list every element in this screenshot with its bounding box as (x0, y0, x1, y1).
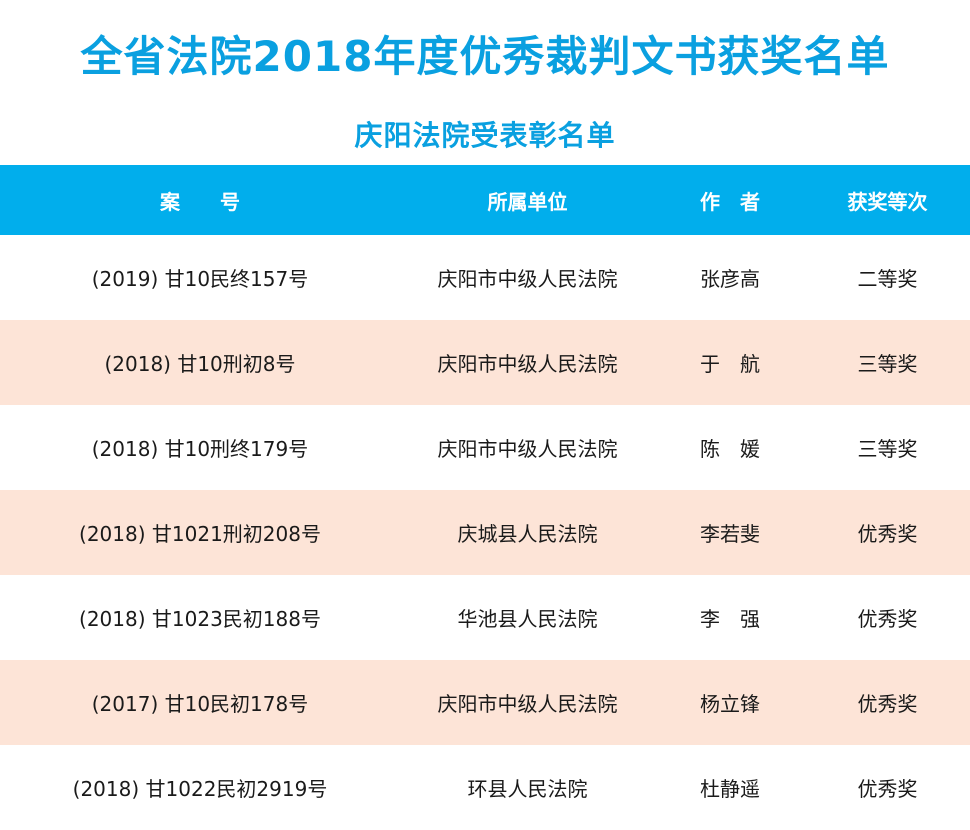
table-row: (2018) 甘1023民初188号 华池县人民法院 李 强 优秀奖 (0, 575, 970, 660)
author-cell: 李 强 (700, 607, 760, 631)
author-cell: 张彦高 (700, 267, 760, 291)
page-subtitle: 庆阳法院受表彰名单 (354, 119, 616, 152)
table-header-row: 案 号 所属单位 作 者 获奖等次 (0, 165, 970, 235)
case-number-cell: (2018) 甘1021刑初208号 (79, 522, 321, 546)
award-cell: 三等奖 (857, 352, 918, 376)
header-case-number: 案 号 (160, 189, 240, 214)
award-table: 案 号 所属单位 作 者 获奖等次 (2019) 甘10民终157号 庆阳市中级… (0, 165, 970, 830)
table-row: (2018) 甘10刑初8号 庆阳市中级人民法院 于 航 三等奖 (0, 320, 970, 405)
table-row: (2018) 甘1022民初2919号 环县人民法院 杜静遥 优秀奖 (0, 745, 970, 830)
header-author: 作 者 (700, 189, 760, 214)
case-number-cell: (2017) 甘10民初178号 (91, 692, 309, 716)
table-row: (2018) 甘1021刑初208号 庆城县人民法院 李若斐 优秀奖 (0, 490, 970, 575)
award-cell: 优秀奖 (857, 692, 918, 716)
case-number-cell: (2018) 甘10刑终179号 (91, 437, 309, 461)
unit-cell: 华池县人民法院 (457, 607, 598, 631)
author-cell: 杜静遥 (700, 777, 760, 801)
author-cell: 于 航 (700, 352, 760, 376)
unit-cell: 庆阳市中级人民法院 (437, 352, 618, 376)
unit-cell: 庆城县人民法院 (457, 522, 598, 546)
award-cell: 优秀奖 (857, 522, 918, 546)
award-cell: 优秀奖 (857, 607, 918, 631)
header-award-level: 获奖等次 (847, 189, 928, 214)
header-unit: 所属单位 (487, 189, 568, 214)
table-row: (2018) 甘10刑终179号 庆阳市中级人民法院 陈 媛 三等奖 (0, 405, 970, 490)
table-row: (2019) 甘10民终157号 庆阳市中级人民法院 张彦高 二等奖 (0, 235, 970, 320)
award-cell: 三等奖 (857, 437, 918, 461)
unit-cell: 环县人民法院 (467, 777, 588, 801)
case-number-cell: (2019) 甘10民终157号 (91, 267, 309, 291)
author-cell: 杨立锋 (700, 692, 760, 716)
award-cell: 优秀奖 (857, 777, 918, 801)
case-number-cell: (2018) 甘10刑初8号 (104, 352, 296, 376)
author-cell: 李若斐 (700, 522, 760, 546)
page-title: 全省法院2018年度优秀裁判文书获奖名单 (80, 32, 890, 81)
unit-cell: 庆阳市中级人民法院 (437, 267, 618, 291)
table-row: (2017) 甘10民初178号 庆阳市中级人民法院 杨立锋 优秀奖 (0, 660, 970, 745)
author-cell: 陈 媛 (700, 437, 760, 461)
case-number-cell: (2018) 甘1022民初2919号 (72, 777, 328, 801)
unit-cell: 庆阳市中级人民法院 (437, 437, 618, 461)
unit-cell: 庆阳市中级人民法院 (437, 692, 618, 716)
award-cell: 二等奖 (857, 267, 918, 291)
case-number-cell: (2018) 甘1023民初188号 (79, 607, 321, 631)
